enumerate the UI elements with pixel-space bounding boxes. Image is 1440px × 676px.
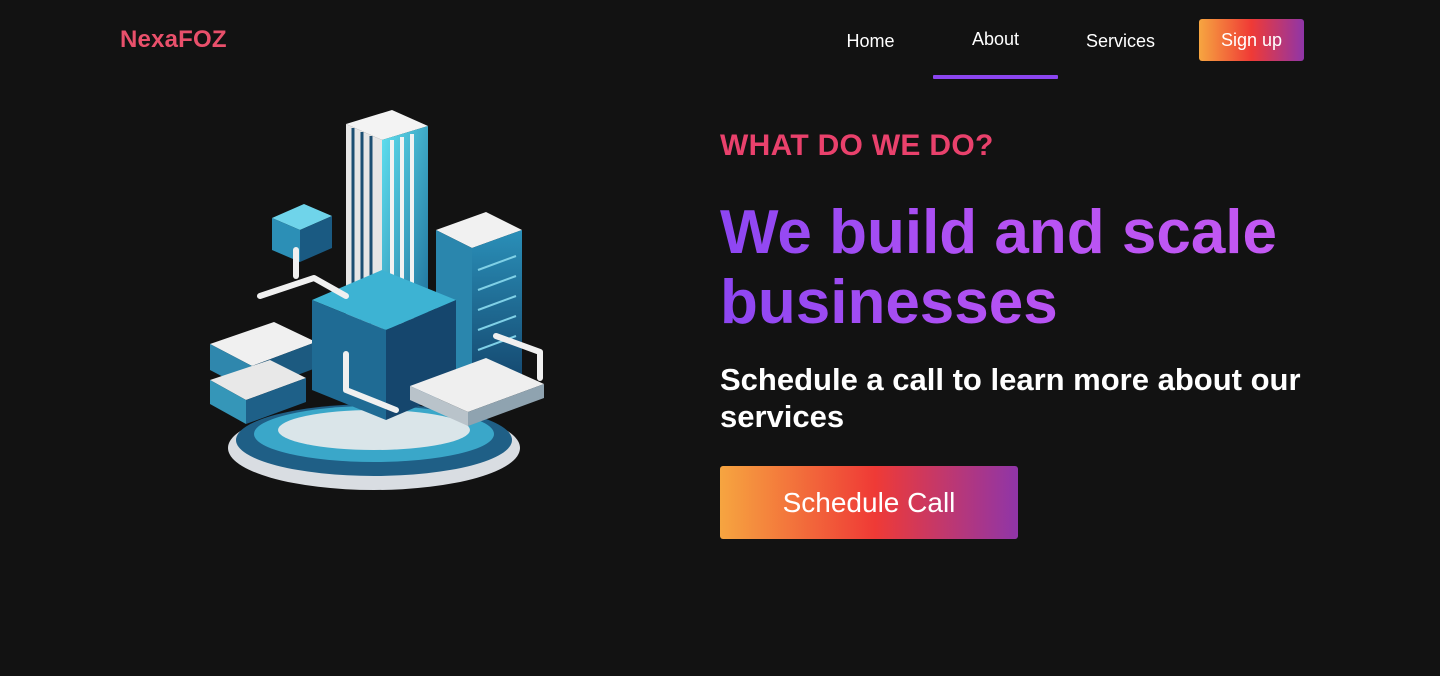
brand-logo[interactable]: NexaFOZ: [120, 24, 227, 56]
nav-link-home[interactable]: Home: [808, 0, 933, 80]
section-eyebrow: WHAT DO WE DO?: [720, 129, 994, 162]
signup-button[interactable]: Sign up: [1199, 19, 1304, 61]
schedule-call-button[interactable]: Schedule Call: [720, 466, 1018, 539]
landing-page: NexaFOZ Home About Services Sign up WHAT…: [0, 0, 1440, 676]
isometric-city-building-icon: [210, 110, 544, 490]
nav-link-about[interactable]: About: [933, 0, 1058, 80]
nav-link-label: About: [971, 29, 1020, 49]
nav-link-label: Home: [846, 31, 895, 51]
nav-link-services[interactable]: Services: [1058, 0, 1183, 80]
nav-link-label: Services: [1085, 31, 1156, 51]
main-nav: Home About Services: [808, 0, 1183, 80]
hero-headline: We build and scale businesses: [720, 198, 1360, 338]
active-nav-indicator: [933, 75, 1058, 79]
hero-subheadline: Schedule a call to learn more about our …: [720, 362, 1301, 434]
